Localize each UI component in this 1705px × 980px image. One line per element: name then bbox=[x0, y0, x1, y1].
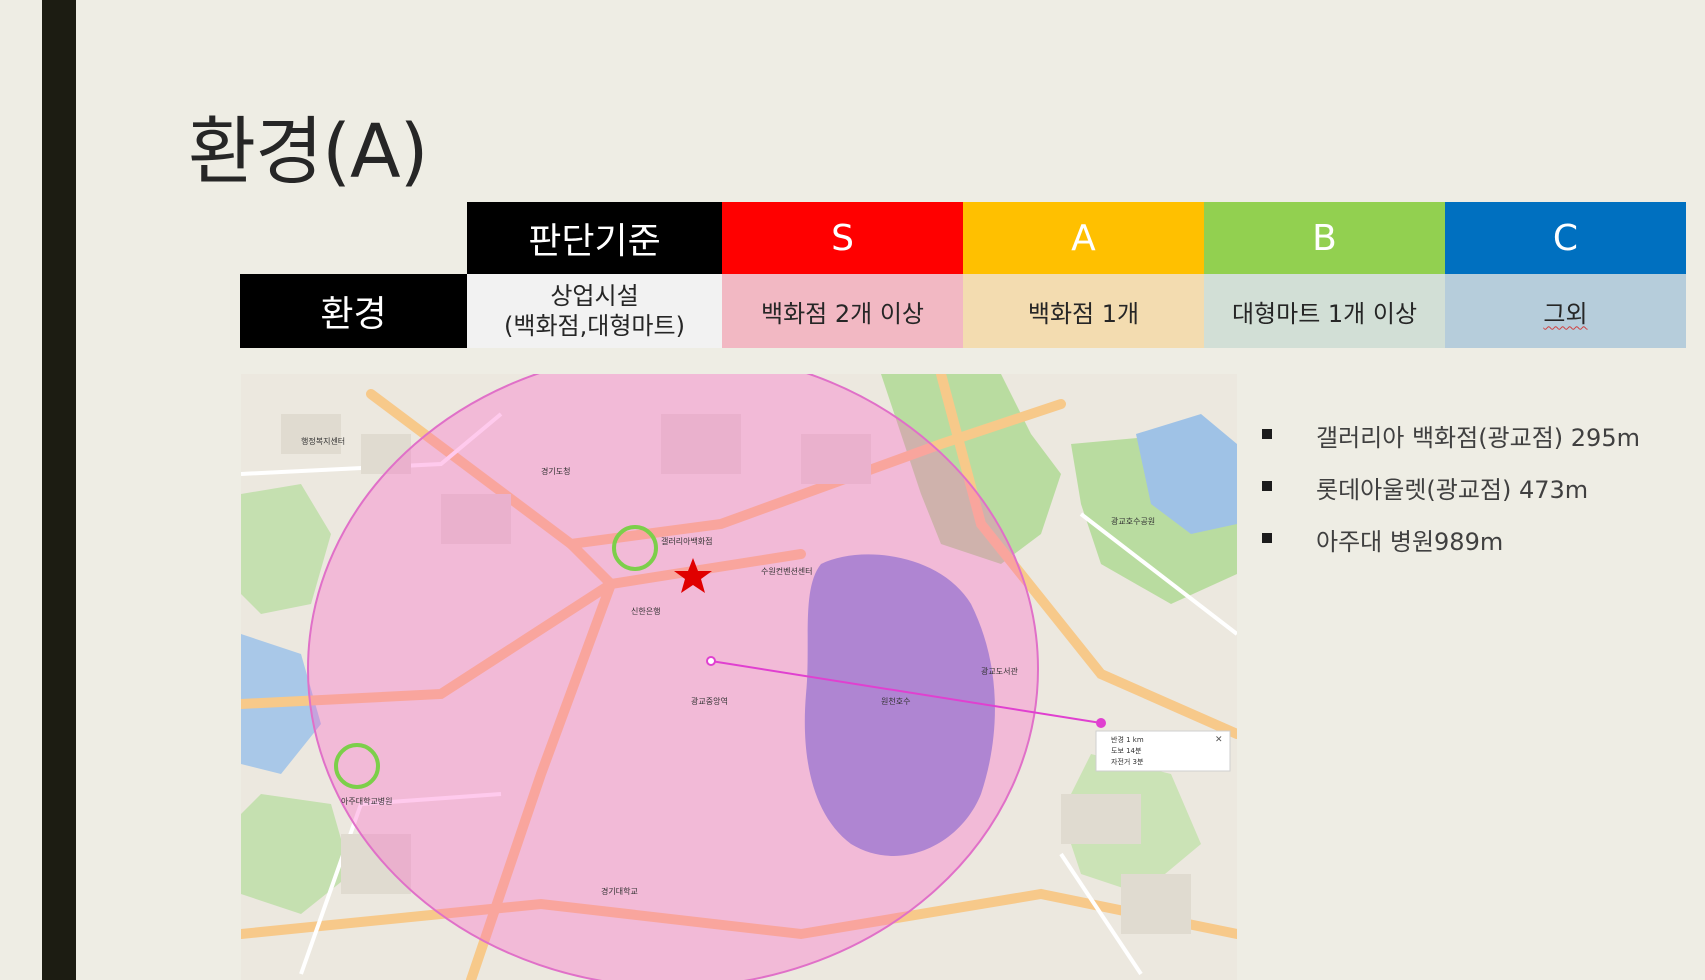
cell-grade-s: 백화점 2개 이상 bbox=[722, 274, 963, 348]
map-label: 광교도서관 bbox=[981, 666, 1018, 676]
row-label-environment: 환경 bbox=[240, 274, 467, 348]
popup-row-radius: 반경 1 km bbox=[1111, 735, 1144, 744]
header-grade-b: B bbox=[1204, 202, 1445, 274]
bullet-square-icon bbox=[1262, 429, 1272, 439]
cell-grade-c-text: 그외 bbox=[1543, 299, 1588, 328]
bullet-square-icon bbox=[1262, 481, 1272, 491]
header-grade-a: A bbox=[963, 202, 1204, 274]
map-label: 행정복지센터 bbox=[301, 436, 345, 446]
map-label: 광교호수공원 bbox=[1111, 516, 1155, 526]
header-grade-c: C bbox=[1445, 202, 1686, 274]
slide-accent-bar bbox=[42, 0, 76, 980]
map-label: 수원컨벤션센터 bbox=[761, 566, 813, 576]
criteria-table: 판단기준 S A B C 환경 상업시설 (백화점,대형마트) 백화점 2개 이… bbox=[240, 202, 1686, 348]
popup-close-icon[interactable]: ✕ bbox=[1215, 735, 1223, 745]
map-label: 갤러리아백화점 bbox=[661, 536, 713, 546]
map-image: 반경 1 km 도보 14분 자전거 3분 ✕ 경기도청 광교호수공원 신한은행… bbox=[241, 374, 1237, 980]
cell-grade-a: 백화점 1개 bbox=[963, 274, 1204, 348]
slide-title: 환경(A) bbox=[188, 109, 429, 195]
popup-row-walk: 도보 14분 bbox=[1111, 747, 1142, 755]
list-item-text: 롯데아울렛(광교점) 473m bbox=[1316, 476, 1589, 504]
cell-commercial-facilities: 상업시설 (백화점,대형마트) bbox=[467, 274, 722, 348]
map-label: 경기도청 bbox=[541, 466, 570, 476]
map-label: 신한은행 bbox=[631, 606, 660, 616]
cell-grade-c: 그외 bbox=[1445, 274, 1686, 348]
map-label: 광교중앙역 bbox=[691, 696, 728, 706]
list-item-text: 아주대 병원989m bbox=[1316, 528, 1504, 556]
table-corner bbox=[240, 202, 467, 274]
popup-row-bike: 자전거 3분 bbox=[1111, 757, 1144, 766]
bullet-square-icon bbox=[1262, 533, 1272, 543]
list-item-text: 갤러리아 백화점(광교점) 295m bbox=[1316, 424, 1640, 452]
cell-grade-b: 대형마트 1개 이상 bbox=[1204, 274, 1445, 348]
map-label: 아주대학교병원 bbox=[341, 796, 393, 806]
header-grade-s: S bbox=[722, 202, 963, 274]
map-label: 원천호수 bbox=[881, 696, 910, 706]
map-label: 경기대학교 bbox=[601, 886, 638, 896]
header-criteria: 판단기준 bbox=[467, 202, 722, 274]
distance-popup: 반경 1 km 도보 14분 자전거 3분 ✕ bbox=[1095, 730, 1231, 772]
